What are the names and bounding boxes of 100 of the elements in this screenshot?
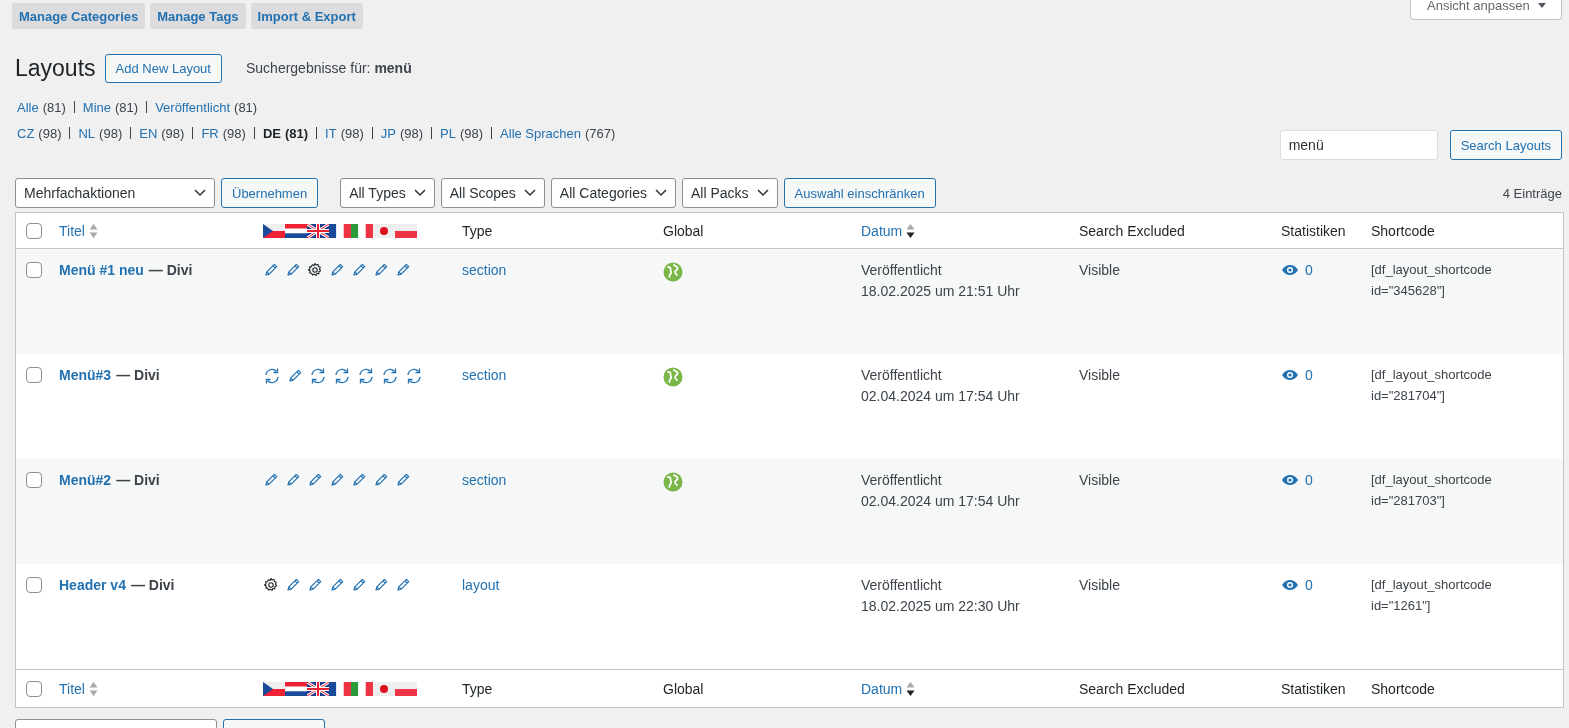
layout-title-link[interactable]: Menü #1 neu: [59, 262, 144, 278]
chevron-down-icon: [194, 189, 206, 197]
layout-title-link[interactable]: Menü#2: [59, 472, 112, 488]
page-title: Layouts: [15, 54, 96, 82]
pencil-icon[interactable]: [307, 577, 323, 593]
pencil-icon[interactable]: [351, 262, 367, 278]
search-excluded-text: Visible: [1079, 262, 1120, 278]
pencil-icon[interactable]: [329, 577, 345, 593]
column-header: Type: [462, 222, 493, 239]
sort-icon: [906, 680, 916, 697]
language-filter-link[interactable]: PL: [440, 125, 456, 141]
date-text: 18.02.2025 um 21:51 Uhr: [861, 283, 1020, 299]
row-checkbox[interactable]: [26, 262, 42, 278]
pencil-icon[interactable]: [351, 472, 367, 488]
screen-options-button[interactable]: Ansicht anpassen: [1410, 0, 1562, 20]
pencil-icon[interactable]: [307, 472, 323, 488]
filter-count: (98): [161, 125, 185, 141]
column-header[interactable]: Titel: [59, 222, 85, 239]
nav-button[interactable]: Manage Categories: [12, 3, 146, 29]
search-layouts-button[interactable]: Search Layouts: [1449, 130, 1562, 160]
filter-select[interactable]: All Types: [340, 178, 435, 208]
sync-icon[interactable]: [333, 367, 351, 385]
gear-icon[interactable]: [263, 577, 279, 593]
pencil-icon[interactable]: [373, 472, 389, 488]
status-filter-link[interactable]: Veröffentlicht: [155, 99, 231, 115]
language-filter-link[interactable]: DE: [262, 125, 281, 141]
flag-icon: [307, 681, 329, 696]
pencil-icon[interactable]: [373, 262, 389, 278]
pencil-icon[interactable]: [373, 577, 389, 593]
layout-title-link[interactable]: Menü#3: [59, 367, 112, 383]
language-filter-link[interactable]: Alle Sprachen: [500, 125, 582, 141]
search-excluded-text: Visible: [1079, 472, 1120, 488]
nav-button[interactable]: Import & Export: [250, 3, 363, 29]
type-link[interactable]: layout: [462, 577, 500, 593]
status-filter-link[interactable]: Mine: [82, 99, 111, 115]
filter-select[interactable]: All Packs: [682, 178, 778, 208]
pencil-icon[interactable]: [395, 577, 411, 593]
row-checkbox[interactable]: [26, 367, 42, 383]
flag-icon: [329, 223, 351, 238]
pencil-icon[interactable]: [329, 472, 345, 488]
sort-icon: [88, 222, 98, 239]
pencil-icon[interactable]: [351, 577, 367, 593]
apply-button[interactable]: Übernehmen: [221, 178, 319, 208]
pencil-icon[interactable]: [287, 368, 303, 384]
language-filter-link[interactable]: NL: [78, 125, 96, 141]
row-checkbox[interactable]: [26, 472, 42, 488]
chevron-down-icon: [413, 189, 426, 197]
view-count-link[interactable]: 0: [1305, 577, 1313, 593]
column-header: Search Excluded: [1079, 680, 1185, 697]
column-header[interactable]: Datum: [861, 222, 903, 239]
flag-icon: [351, 223, 373, 238]
bulk-actions-select[interactable]: Mehrfachaktionen: [15, 178, 215, 208]
row-checkbox[interactable]: [26, 577, 42, 593]
view-count-link[interactable]: 0: [1305, 472, 1313, 488]
language-filter-link[interactable]: CZ: [17, 125, 35, 141]
pencil-icon[interactable]: [395, 472, 411, 488]
sync-icon[interactable]: [263, 367, 281, 385]
filter-button[interactable]: Auswahl einschränken: [783, 178, 936, 208]
pencil-icon[interactable]: [285, 262, 301, 278]
pencil-icon[interactable]: [395, 262, 411, 278]
shortcode-text: [df_layout_shortcode id="1261"]: [1371, 576, 1493, 615]
type-link[interactable]: section: [462, 262, 507, 278]
pencil-icon[interactable]: [329, 262, 345, 278]
item-count: 4 Einträge: [1502, 185, 1562, 201]
nav-button[interactable]: Manage Tags: [150, 3, 246, 29]
select-all-checkbox[interactable]: [26, 680, 42, 697]
view-count-link[interactable]: 0: [1305, 262, 1313, 278]
filter-count: (81): [284, 125, 309, 141]
view-count-link[interactable]: 0: [1305, 367, 1313, 383]
layout-title-link[interactable]: Header v4: [59, 577, 126, 593]
filter-select[interactable]: All Scopes: [440, 178, 545, 208]
select-all-checkbox[interactable]: [26, 222, 42, 239]
flag-icon: [329, 681, 351, 696]
filter-select[interactable]: All Categories: [550, 178, 676, 208]
sync-icon[interactable]: [357, 367, 375, 385]
gear-icon[interactable]: [307, 262, 323, 278]
language-filter-link[interactable]: EN: [139, 125, 158, 141]
language-filter-link[interactable]: FR: [201, 125, 219, 141]
filter-count: (98): [399, 125, 424, 141]
language-filter-link[interactable]: JP: [380, 125, 396, 141]
flag-icon: [395, 223, 417, 238]
pencil-icon[interactable]: [263, 472, 279, 488]
search-excluded-text: Visible: [1079, 577, 1120, 593]
sync-icon[interactable]: [381, 367, 399, 385]
filter-count: (81): [42, 99, 66, 115]
add-new-layout-button[interactable]: Add New Layout: [104, 53, 222, 83]
search-field[interactable]: menü: [1279, 130, 1438, 160]
column-header[interactable]: Titel: [59, 680, 85, 697]
sync-icon[interactable]: [405, 367, 423, 385]
pencil-icon[interactable]: [263, 262, 279, 278]
eye-icon: [1281, 264, 1299, 276]
pencil-icon[interactable]: [285, 472, 301, 488]
pencil-icon[interactable]: [285, 577, 301, 593]
flag-icon: [395, 681, 417, 696]
language-filter-link[interactable]: IT: [325, 125, 337, 141]
column-header[interactable]: Datum: [861, 680, 903, 697]
type-link[interactable]: section: [462, 472, 507, 488]
status-filter-link[interactable]: Alle: [17, 99, 39, 115]
type-link[interactable]: section: [462, 367, 507, 383]
sync-icon[interactable]: [309, 367, 327, 385]
